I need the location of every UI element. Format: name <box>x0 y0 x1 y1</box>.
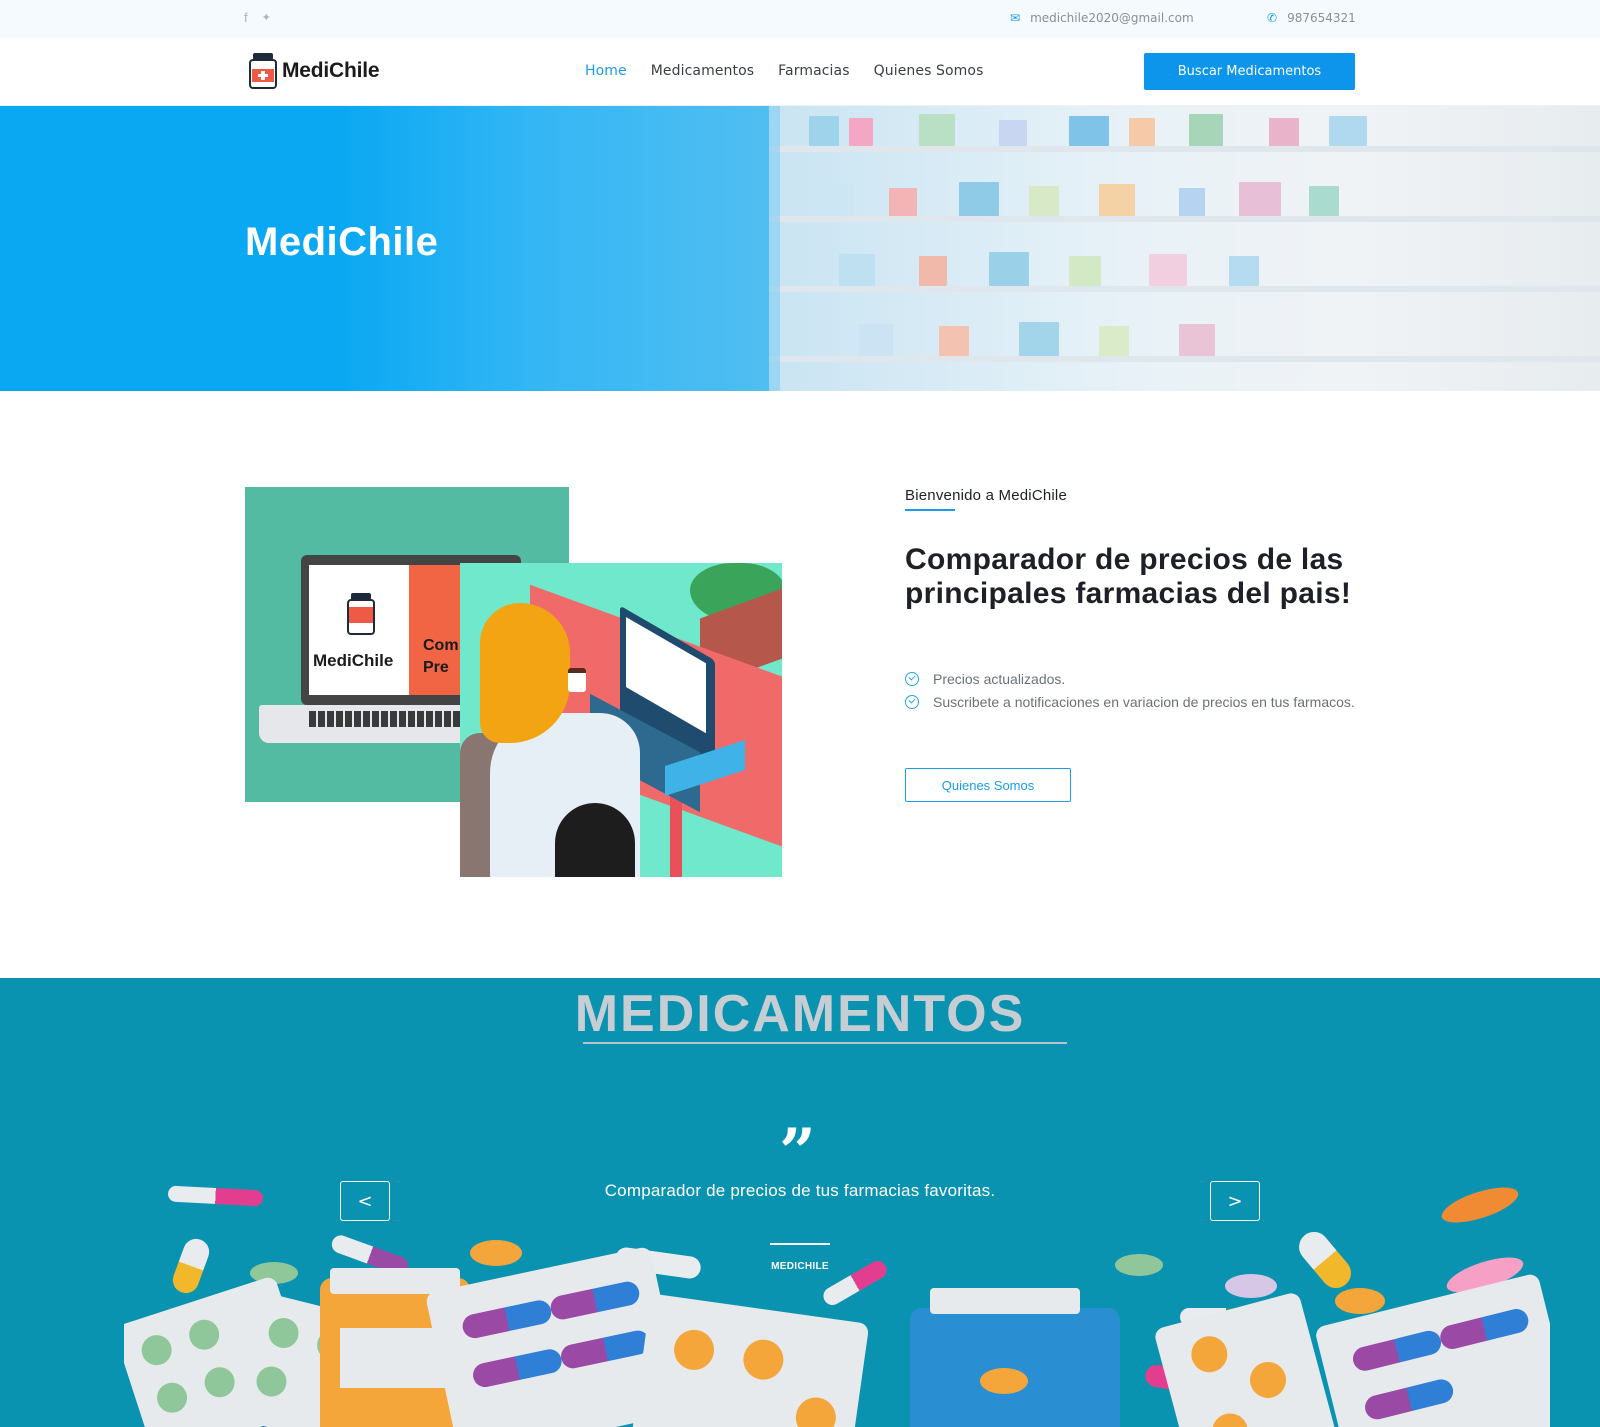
medicine-bottle-icon <box>347 593 375 637</box>
facebook-icon[interactable]: f <box>244 11 248 25</box>
illustration-brand: MediChile <box>313 651 394 670</box>
quote-icon: ” <box>779 1115 816 1190</box>
social-links: f ✦ <box>244 11 271 25</box>
top-bar: f ✦ ✉ medichile2020@gmail.com ✆ 98765432… <box>0 0 1600 38</box>
contact-phone: ✆ 987654321 <box>1267 11 1356 25</box>
check-circle-icon <box>905 695 919 709</box>
section-title: MEDICAMENTOS <box>574 985 1026 1043</box>
phone-icon: ✆ <box>1267 11 1278 25</box>
search-medicines-button[interactable]: Buscar Medicamentos <box>1144 53 1355 90</box>
feature-item: Precios actualizados. <box>905 668 1065 690</box>
main-navbar: MediChile Home Medicamentos Farmacias Qu… <box>0 38 1600 106</box>
medicamentos-section: MEDICAMENTOS ” < > Comparador de precios… <box>0 978 1600 1427</box>
site-logo[interactable]: MediChile <box>249 53 380 89</box>
medicine-bottle-icon <box>249 53 277 89</box>
hero-banner: MediChile <box>0 106 1600 391</box>
nav-item-quienes-somos[interactable]: Quienes Somos <box>874 63 984 79</box>
testimonial-divider <box>770 1243 830 1245</box>
about-title: Comparador de precios de las principales… <box>905 543 1352 610</box>
nav-item-home[interactable]: Home <box>585 63 627 79</box>
testimonial-author: MEDICHILE <box>771 1261 829 1272</box>
twitter-icon[interactable]: ✦ <box>262 11 271 25</box>
nav-item-farmacias[interactable]: Farmacias <box>778 63 849 79</box>
logo-text: MediChile <box>282 59 380 82</box>
person-at-laptop-illustration <box>460 563 782 877</box>
envelope-icon: ✉ <box>1010 11 1021 25</box>
contact-email: ✉ medichile2020@gmail.com <box>1010 11 1194 25</box>
testimonial-text: Comparador de precios de tus farmacias f… <box>604 1181 996 1200</box>
title-underline <box>583 1042 1067 1044</box>
quienes-somos-button[interactable]: Quienes Somos <box>905 768 1071 802</box>
check-circle-icon <box>905 672 919 686</box>
hero-title: MediChile <box>245 220 439 264</box>
pharmacy-photo <box>769 106 1600 391</box>
phone-text[interactable]: 987654321 <box>1287 11 1356 25</box>
nav-menu: Home Medicamentos Farmacias Quienes Somo… <box>585 63 1008 79</box>
nav-item-medicamentos[interactable]: Medicamentos <box>651 63 754 79</box>
feature-item: Suscribete a notificaciones en variacion… <box>905 691 1355 713</box>
about-eyebrow: Bienvenido a MediChile <box>905 487 1067 504</box>
email-text[interactable]: medichile2020@gmail.com <box>1030 11 1194 25</box>
eyebrow-underline <box>905 509 955 511</box>
illustration-text: Com Pre <box>423 637 459 676</box>
